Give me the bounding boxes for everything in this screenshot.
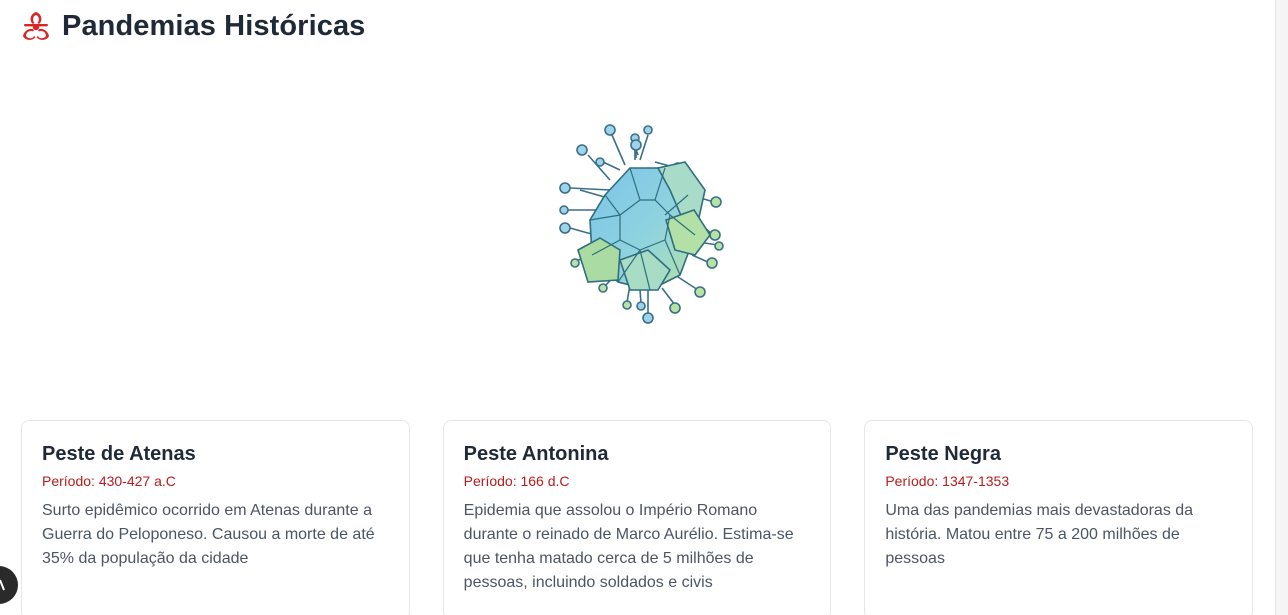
- card-peste-negra: Peste Negra Período: 1347-1353 Uma das p…: [864, 420, 1254, 615]
- pandemic-cards: Peste de Atenas Período: 430-427 a.C Sur…: [21, 420, 1254, 615]
- card-peste-antonina: Peste Antonina Período: 166 d.C Epidemia…: [442, 420, 832, 615]
- accessibility-icon: [0, 579, 5, 591]
- accessibility-button[interactable]: [0, 566, 18, 604]
- card-description: Surto epidêmico ocorrido em Atenas duran…: [42, 502, 375, 567]
- card-period: Período: 166 d.C: [463, 473, 570, 489]
- virus-icon: [559, 124, 724, 324]
- card-peste-de-atenas: Peste de Atenas Período: 430-427 a.C Sur…: [21, 420, 410, 615]
- virus-illustration: [470, 50, 810, 380]
- card-description: Uma das pandemias mais devastadoras da h…: [885, 502, 1194, 567]
- card-title: Peste de Atenas: [42, 443, 196, 465]
- vertical-scrollbar[interactable]: [1275, 0, 1288, 615]
- page-header: Pandemias Históricas: [20, 8, 365, 44]
- card-period: Período: 430-427 a.C: [42, 473, 176, 489]
- card-period: Período: 1347-1353: [885, 473, 1010, 489]
- biohazard-icon: [23, 12, 49, 40]
- page-title: Pandemias Históricas: [62, 9, 366, 42]
- card-title: Peste Negra: [885, 443, 1001, 465]
- card-title: Peste Antonina: [463, 443, 609, 465]
- card-description: Epidemia que assolou o Império Romano du…: [463, 502, 794, 591]
